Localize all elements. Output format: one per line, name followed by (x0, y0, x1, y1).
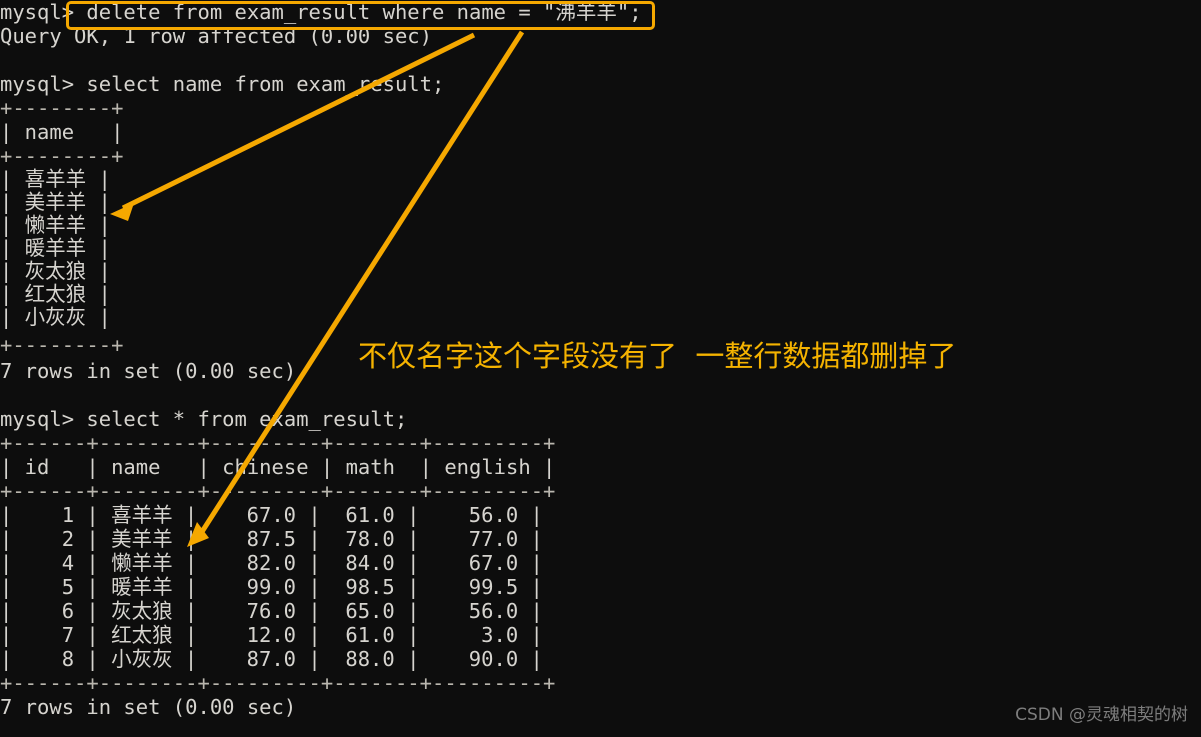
table-row: | 美羊羊 | (0, 190, 111, 214)
screenshot-root: mysql> delete from exam_result where nam… (0, 0, 1201, 737)
table-row: | 7 | 红太狼 | 12.0 | 61.0 | 3.0 | (0, 623, 543, 647)
terminal-line: mysql> delete from exam_result where nam… (0, 0, 642, 24)
table-row: | 灰太狼 | (0, 259, 111, 283)
table-row: | 4 | 懒羊羊 | 82.0 | 84.0 | 67.0 | (0, 551, 543, 575)
terminal-line: mysql> select name from exam_result; (0, 72, 445, 96)
table-row: | 1 | 喜羊羊 | 67.0 | 61.0 | 56.0 | (0, 503, 543, 527)
table-header-row: | id | name | chinese | math | english | (0, 455, 556, 479)
table-row: | 2 | 美羊羊 | 87.5 | 78.0 | 77.0 | (0, 527, 543, 551)
annotation-note: 不仅名字这个字段没有了 一整行数据都删掉了 (358, 339, 957, 373)
table-separator: +------+--------+---------+-------+-----… (0, 671, 556, 695)
table-separator: +--------+ (0, 144, 124, 168)
table-row: | 小灰灰 | (0, 305, 111, 329)
table-separator: +------+--------+---------+-------+-----… (0, 479, 556, 503)
terminal-line: Query OK, 1 row affected (0.00 sec) (0, 24, 432, 48)
table-header-row: | name | (0, 120, 124, 144)
table-row: | 5 | 暖羊羊 | 99.0 | 98.5 | 99.5 | (0, 575, 543, 599)
table-row: | 懒羊羊 | (0, 213, 111, 237)
table-separator: +------+--------+---------+-------+-----… (0, 431, 556, 455)
table-row: | 红太狼 | (0, 282, 111, 306)
table-row: | 喜羊羊 | (0, 167, 111, 191)
table-row: | 6 | 灰太狼 | 76.0 | 65.0 | 56.0 | (0, 599, 543, 623)
table-row: | 暖羊羊 | (0, 236, 111, 260)
table-row: | 8 | 小灰灰 | 87.0 | 88.0 | 90.0 | (0, 647, 543, 671)
csdn-watermark: CSDN @灵魂相契的树 (1015, 705, 1188, 725)
terminal-line: mysql> select * from exam_result; (0, 407, 408, 431)
table-separator: +--------+ (0, 96, 124, 120)
